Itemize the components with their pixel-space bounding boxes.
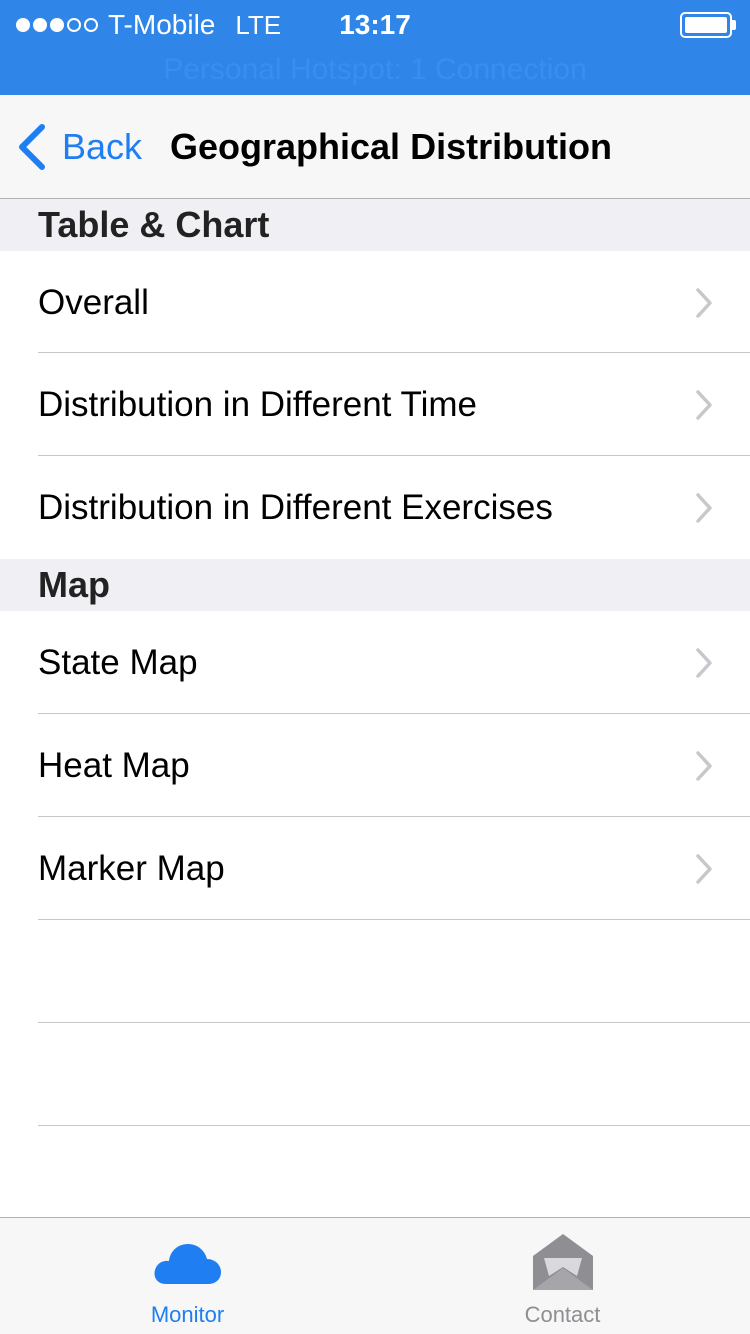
hotspot-banner[interactable]: Personal Hotspot: 1 Connection (0, 50, 750, 90)
tab-label: Monitor (150, 1302, 225, 1327)
row-divider (38, 1022, 750, 1023)
list-item-marker-map[interactable]: Marker Map (0, 817, 750, 920)
envelope-icon (532, 1234, 593, 1290)
chevron-right-icon (696, 751, 712, 781)
back-label: Back (62, 126, 143, 167)
app-screen: T-Mobile LTE 13:17 Personal Hotspot: 1 C… (0, 0, 750, 1334)
section-header-table-chart: Table & Chart (0, 199, 750, 251)
chevron-right-icon (696, 648, 712, 678)
chevron-right-icon (696, 493, 712, 523)
tab-bar: Monitor Contact (0, 1217, 750, 1334)
page-title: Geographical Distribution (170, 126, 613, 167)
list-item-label: Heat Map (38, 746, 190, 785)
row-divider (38, 919, 750, 920)
chevron-left-icon (19, 124, 45, 170)
battery-fill (685, 17, 727, 33)
chevron-right-icon (696, 288, 712, 318)
tab-contact[interactable]: Contact (375, 1218, 750, 1334)
list-item-label: Marker Map (38, 849, 225, 888)
cloud-icon (153, 1244, 221, 1284)
row-divider (38, 1125, 750, 1126)
list-item-state-map[interactable]: State Map (0, 611, 750, 714)
back-button[interactable]: Back (16, 95, 142, 199)
chevron-right-icon (696, 854, 712, 884)
tab-monitor[interactable]: Monitor (0, 1218, 375, 1334)
section-header-map: Map (0, 559, 750, 611)
chevron-right-icon (696, 390, 712, 420)
battery-icon (680, 12, 736, 38)
list-item-label: Distribution in Different Time (38, 385, 477, 424)
list-item-heat-map[interactable]: Heat Map (0, 714, 750, 817)
tab-label: Contact (524, 1302, 601, 1327)
list-item-label: State Map (38, 643, 198, 682)
clock: 13:17 (339, 9, 411, 40)
status-bar: T-Mobile LTE 13:17 Personal Hotspot: 1 C… (0, 0, 750, 95)
list-item-label: Distribution in Different Exercises (38, 488, 553, 527)
list-item-label: Overall (38, 283, 149, 322)
list-item-overall[interactable]: Overall (0, 251, 750, 354)
list-item-distribution-exercises[interactable]: Distribution in Different Exercises (0, 456, 750, 559)
section-header-label: Map (38, 564, 110, 605)
navigation-bar: Back Geographical Distribution (0, 95, 750, 199)
section-header-label: Table & Chart (38, 204, 270, 245)
list-item-distribution-time[interactable]: Distribution in Different Time (0, 353, 750, 456)
